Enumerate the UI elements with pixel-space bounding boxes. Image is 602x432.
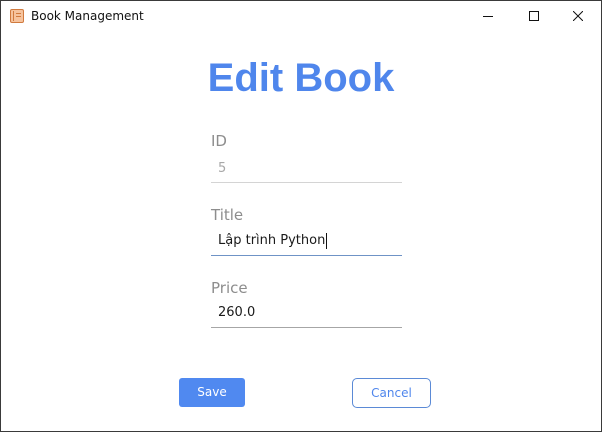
- minimize-icon: [483, 16, 493, 17]
- title-label: Title: [211, 206, 244, 224]
- close-button[interactable]: [555, 1, 601, 31]
- minimize-button[interactable]: [465, 1, 511, 31]
- price-field[interactable]: 260.0: [218, 305, 255, 321]
- cancel-button[interactable]: Cancel: [352, 378, 431, 408]
- id-field: 5: [218, 161, 227, 176]
- window-title: Book Management: [31, 9, 144, 23]
- book-icon: [10, 9, 24, 23]
- id-label: ID: [211, 132, 227, 150]
- book-management-window: Book Management Edit Book ID 5 Title Lập…: [0, 0, 602, 432]
- title-field-underline: [211, 255, 402, 256]
- title-field[interactable]: Lập trình Python: [218, 233, 328, 249]
- id-field-underline: [211, 182, 402, 183]
- maximize-button[interactable]: [511, 1, 557, 31]
- title-field-text: Lập trình Python: [218, 233, 326, 248]
- text-caret: [326, 233, 328, 249]
- price-field-underline: [211, 327, 402, 328]
- save-button[interactable]: Save: [179, 378, 245, 407]
- close-icon: [573, 11, 583, 21]
- page-title: Edit Book: [207, 56, 395, 100]
- price-label: Price: [211, 279, 248, 297]
- title-bar[interactable]: Book Management: [1, 1, 601, 31]
- maximize-icon: [529, 11, 539, 21]
